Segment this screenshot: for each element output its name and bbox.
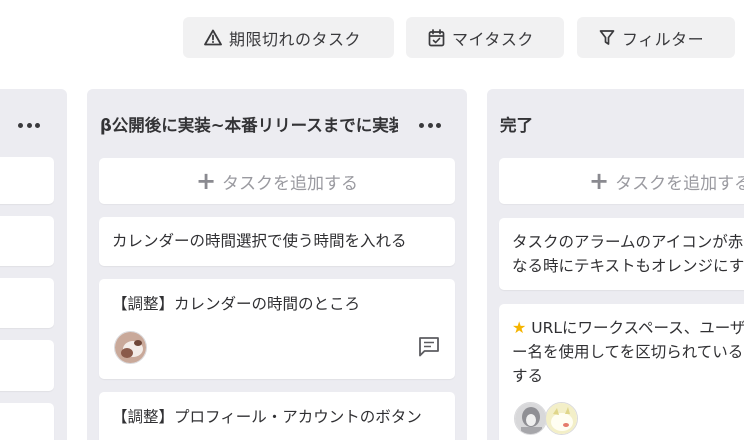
task-title: ★ URLにワークスペース、ユーザー名を使用してを区切られているがする [512, 316, 744, 388]
avatar [514, 402, 547, 435]
more-horizontal-icon [419, 122, 424, 128]
column-beta-more-button[interactable] [419, 119, 441, 131]
column-left-card[interactable] [0, 340, 54, 391]
overdue-tasks-button[interactable]: 期限切れのタスク [183, 17, 394, 58]
filter-button[interactable]: フィルター [577, 17, 735, 58]
task-card[interactable]: タスクのアラームのアイコンが赤くなる時にテキストもオレンジにする [499, 218, 744, 290]
add-task-label: タスクを追加する [222, 173, 359, 194]
column-left-card[interactable] [0, 278, 54, 328]
column-title: β公開後に実装~本番リリースまでに実装 [100, 116, 398, 135]
task-title: カレンダーの時間選択で使う時間を入れる [112, 232, 407, 250]
task-title-text: URLにワークスペース、ユーザー名を使用してを区切られているがする [512, 319, 744, 385]
star-icon: ★ [512, 318, 527, 337]
task-title: タスクのアラームのアイコンが赤くなる時にテキストもオレンジにする [512, 233, 744, 275]
add-task-label: タスクを追加する [615, 173, 744, 194]
avatar [114, 331, 147, 364]
task-card[interactable]: カレンダーの時間選択で使う時間を入れる [99, 217, 455, 266]
task-card[interactable]: ★ URLにワークスペース、ユーザー名を使用してを区切られているがする [499, 304, 744, 440]
column-left-card[interactable] [0, 403, 54, 440]
task-title: 【調整】カレンダーの時間のところ [112, 295, 361, 313]
more-horizontal-icon [18, 122, 23, 128]
filter-funnel-icon [599, 30, 615, 45]
calendar-check-icon [428, 28, 445, 46]
plus-icon: + [195, 167, 217, 195]
column-left-more-button[interactable] [18, 119, 40, 131]
my-tasks-button[interactable]: マイタスク [406, 17, 564, 58]
filter-label: フィルター [622, 29, 705, 49]
avatar [545, 402, 578, 435]
warning-triangle-icon [204, 29, 222, 46]
overdue-tasks-label: 期限切れのタスク [229, 29, 362, 49]
task-card[interactable]: 【調整】カレンダーの時間のところ [99, 279, 455, 379]
task-title: 【調整】プロフィール・アカウントのボタン [112, 408, 422, 426]
column-left-card[interactable] [0, 216, 54, 266]
add-task-button[interactable]: + タスクを追加する [499, 158, 744, 204]
task-card[interactable]: 【調整】プロフィール・アカウントのボタン [99, 392, 455, 440]
column-title: 完了 [500, 116, 533, 135]
column-left-card[interactable] [0, 157, 54, 204]
plus-icon: + [589, 167, 610, 195]
comment-icon[interactable] [418, 336, 440, 357]
my-tasks-label: マイタスク [452, 29, 534, 49]
add-task-button[interactable]: + タスクを追加する [99, 158, 455, 204]
